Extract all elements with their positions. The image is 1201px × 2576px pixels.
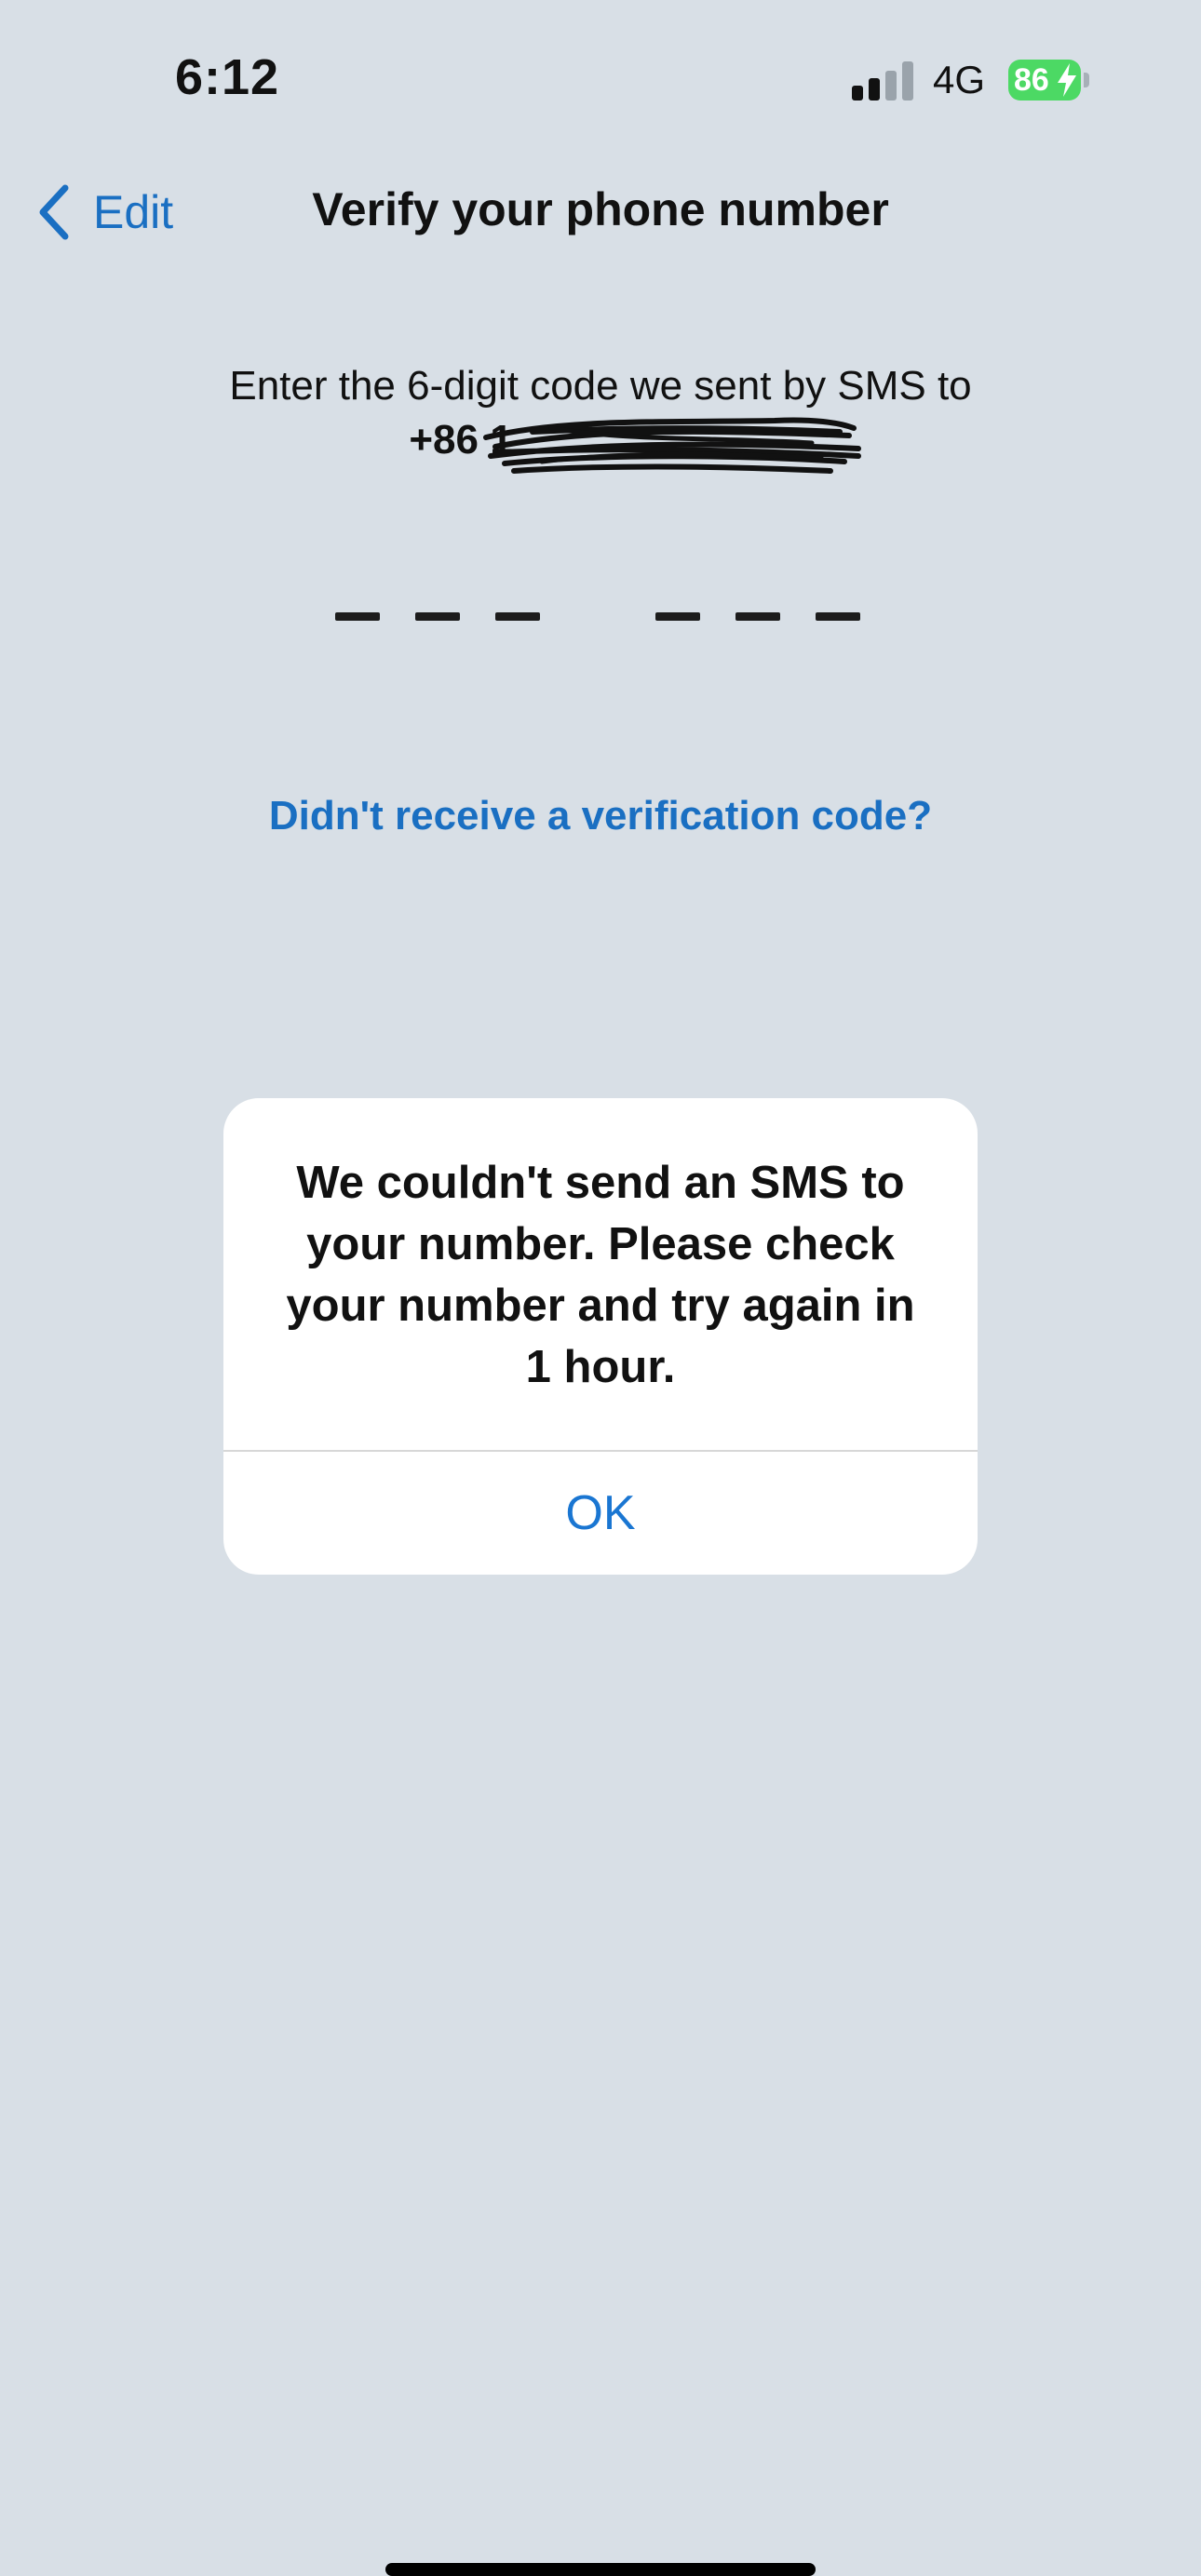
status-time: 6:12 [175, 49, 280, 105]
code-digit-slot[interactable] [415, 612, 460, 621]
page-title: Verify your phone number [312, 183, 889, 235]
code-digit-slot[interactable] [655, 612, 700, 621]
battery-level: 86 [1014, 62, 1049, 98]
code-digit-slot[interactable] [735, 612, 780, 621]
network-type: 4G [933, 58, 986, 101]
ok-button[interactable]: OK [223, 1452, 978, 1575]
code-digit-slot[interactable] [816, 612, 860, 621]
charging-bolt-icon [1058, 63, 1076, 97]
code-digit-slot[interactable] [495, 612, 540, 621]
code-digit-slot[interactable] [335, 612, 380, 621]
code-input[interactable] [0, 612, 1201, 622]
battery-tip [1084, 73, 1089, 87]
alert-dialog: We couldn't send an SMS to your number. … [223, 1098, 978, 1575]
instruction-text: Enter the 6-digit code we sent by SMS to [229, 363, 972, 409]
alert-message: We couldn't send an SMS to your number. … [286, 1158, 915, 1392]
redaction-scribble [483, 417, 861, 474]
signal-icon [852, 61, 913, 101]
resend-code-link[interactable]: Didn't receive a verification code? [0, 793, 1201, 839]
